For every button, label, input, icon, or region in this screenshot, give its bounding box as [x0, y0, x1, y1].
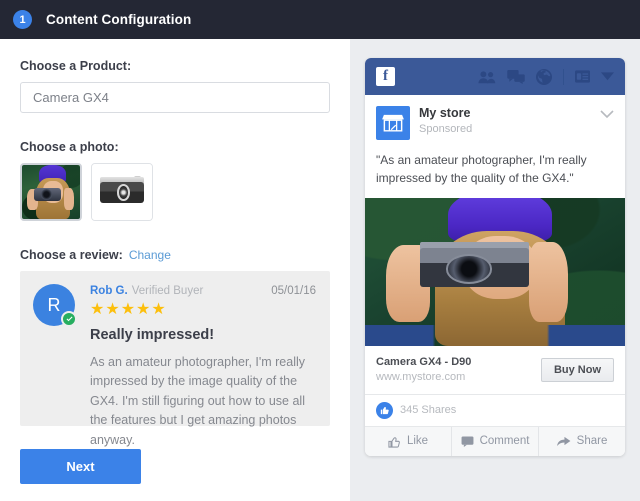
buy-now-button[interactable]: Buy Now [541, 358, 614, 382]
messages-icon[interactable] [507, 70, 525, 84]
link-card-title: Camera GX4 - D90 [376, 355, 471, 370]
step-number-badge: 1 [13, 10, 32, 29]
facebook-logo-icon[interactable]: f [376, 67, 395, 86]
shares-count: 345 Shares [400, 404, 456, 416]
post-link-card[interactable]: Camera GX4 - D90 www.mystore.com Buy Now [365, 346, 625, 395]
review-label: Choose a review: [20, 248, 123, 262]
comment-icon [461, 436, 474, 447]
facebook-preview-card: f [365, 58, 625, 456]
navbar-chevron-down-icon[interactable] [601, 72, 614, 81]
share-button[interactable]: Share [538, 427, 625, 456]
like-button[interactable]: Like [365, 427, 451, 456]
store-avatar-icon [376, 106, 410, 140]
product-input[interactable] [20, 82, 330, 113]
review-date: 05/01/16 [271, 285, 316, 297]
reviewer-name: Rob G. [90, 285, 128, 297]
preview-pane: f [350, 39, 640, 501]
photo-thumbnail-vintage-camera[interactable] [91, 163, 153, 221]
post-image-photographer[interactable] [365, 198, 625, 346]
comment-label: Comment [480, 435, 530, 447]
privacy-lock-icon[interactable] [575, 70, 590, 83]
app-header: 1 Content Configuration [0, 0, 640, 39]
like-label: Like [407, 435, 428, 447]
share-label: Share [577, 435, 608, 447]
review-meta-row: Rob G. Verified Buyer 05/01/16 [90, 285, 316, 297]
vintage-camera-thumbnail-image [92, 164, 152, 220]
facebook-navbar-icons [478, 69, 614, 85]
page-title: Content Configuration [46, 12, 191, 27]
verified-buyer-label: Verified Buyer [132, 285, 204, 297]
review-card: R Rob G. Verified Buyer 05/01/16 ★★★★★ R… [20, 271, 330, 426]
product-label: Choose a Product: [20, 59, 330, 73]
share-arrow-icon [557, 436, 571, 447]
post-body-text: "As an amateur photographer, I'm really … [376, 151, 614, 187]
friends-icon[interactable] [478, 70, 496, 84]
main-content: Choose a Product: Choose a photo: Cho [0, 39, 640, 501]
post-author-text: My store Sponsored [419, 106, 472, 136]
post-menu-chevron-down-icon[interactable] [600, 106, 614, 124]
review-header: Choose a review: Change [20, 248, 330, 262]
review-body: As an amateur photographer, I'm really i… [90, 353, 316, 450]
photo-label: Choose a photo: [20, 140, 330, 154]
photographer-thumbnail-image [22, 165, 80, 219]
next-button[interactable]: Next [20, 449, 141, 484]
review-title: Really impressed! [90, 327, 316, 343]
avatar: R [33, 284, 75, 326]
post-sponsored-label: Sponsored [419, 122, 472, 136]
change-review-link[interactable]: Change [129, 248, 171, 262]
facebook-navbar: f [365, 58, 625, 95]
navbar-divider [563, 69, 564, 85]
link-card-text: Camera GX4 - D90 www.mystore.com [376, 355, 471, 385]
post-action-bar: Like Comment Share [365, 427, 625, 456]
photo-thumbnail-list [20, 163, 330, 221]
photo-thumbnail-photographer[interactable] [20, 163, 82, 221]
globe-notifications-icon[interactable] [536, 69, 552, 85]
post-shares-row: 345 Shares [365, 395, 625, 427]
link-card-url: www.mystore.com [376, 370, 471, 385]
star-rating: ★★★★★ [90, 302, 316, 318]
verified-check-icon [61, 311, 77, 327]
post-author-row: My store Sponsored [376, 106, 614, 140]
post-author-name: My store [419, 106, 472, 122]
facebook-post: My store Sponsored "As an amateur photog… [365, 95, 625, 187]
thumbs-up-icon [388, 435, 401, 448]
configuration-form: Choose a Product: Choose a photo: Cho [0, 39, 350, 501]
comment-button[interactable]: Comment [451, 427, 538, 456]
like-badge-thumbs-up-icon [376, 402, 393, 419]
